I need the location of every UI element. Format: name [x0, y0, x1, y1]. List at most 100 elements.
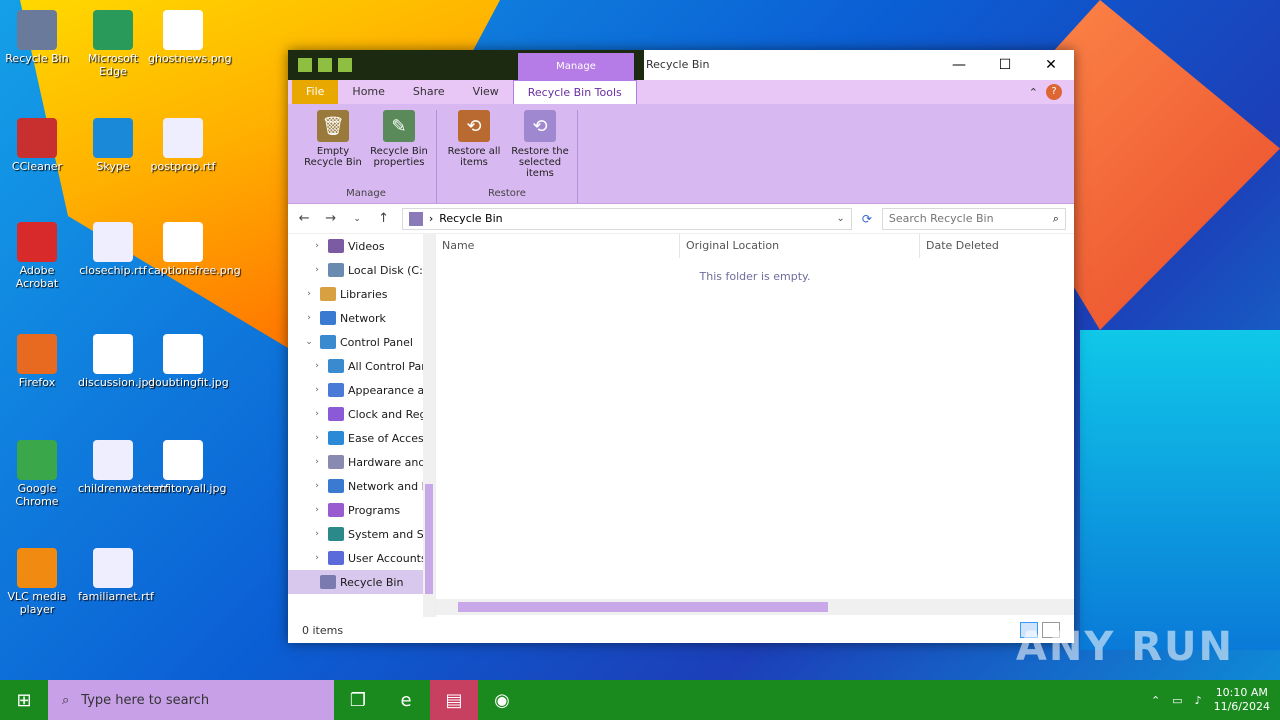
chevron-right-icon[interactable]: ›	[310, 457, 324, 467]
tab-view[interactable]: View	[459, 80, 513, 104]
nav-item[interactable]: › Network and In	[288, 474, 435, 498]
search-box[interactable]: ⌕	[881, 207, 1066, 230]
chevron-right-icon[interactable]: ›	[310, 409, 324, 419]
maximize-button[interactable]: ☐	[982, 50, 1028, 80]
nav-item[interactable]: › System and Se	[288, 522, 435, 546]
nav-item[interactable]: › Hardware and	[288, 450, 435, 474]
nav-item[interactable]: › Local Disk (C:)	[288, 258, 435, 282]
search-input[interactable]	[888, 212, 1053, 225]
close-button[interactable]: ✕	[1028, 50, 1074, 80]
desktop-icon[interactable]: Google Chrome	[2, 440, 72, 508]
scrollbar-thumb[interactable]	[425, 484, 433, 594]
tray-chevron-icon[interactable]: ⌃	[1151, 694, 1160, 707]
tab-file[interactable]: File	[292, 80, 339, 104]
new-folder-icon[interactable]	[318, 58, 332, 72]
desktop-icon[interactable]: familiarnet.rtf	[78, 548, 154, 603]
tab-share[interactable]: Share	[399, 80, 459, 104]
qat-dropdown-icon[interactable]	[338, 58, 352, 72]
desktop-icon[interactable]: territoryall.jpg	[148, 440, 226, 495]
desktop-icon[interactable]: Firefox	[2, 334, 72, 389]
forward-arrow-icon[interactable]: →	[322, 211, 338, 226]
chevron-right-icon[interactable]: ›	[310, 265, 324, 275]
desktop-icon[interactable]: postprop.rtf	[148, 118, 218, 173]
nav-item[interactable]: › Programs	[288, 498, 435, 522]
recycle-bin-properties-button[interactable]: ✎ Recycle Bin properties	[368, 110, 430, 186]
chevron-right-icon[interactable]: ›	[310, 529, 324, 539]
volume-icon[interactable]: ♪	[1195, 694, 1202, 707]
chevron-right-icon[interactable]: ›	[310, 505, 324, 515]
desktop-icon-label: doubtingfit.jpg	[148, 376, 229, 389]
address-bar[interactable]: › Recycle Bin ⌄	[401, 207, 852, 230]
file-explorer-icon[interactable]: ▤	[430, 680, 478, 720]
desktop-icon[interactable]: Skype	[78, 118, 148, 173]
clock[interactable]: 10:10 AM 11/6/2024	[1214, 686, 1270, 714]
properties-icon[interactable]	[298, 58, 312, 72]
nav-item[interactable]: › User Accounts	[288, 546, 435, 570]
nav-item[interactable]: › Videos	[288, 234, 435, 258]
start-button[interactable]: ⊞	[0, 680, 48, 720]
chevron-right-icon[interactable]: ›	[302, 313, 316, 323]
chevron-up-icon[interactable]: ⌃	[1029, 86, 1038, 99]
refresh-icon[interactable]: ⟳	[862, 212, 872, 226]
network-icon[interactable]: ▭	[1172, 694, 1182, 707]
edge-icon[interactable]: e	[382, 680, 430, 720]
scrollbar-thumb[interactable]	[458, 602, 828, 612]
minimize-button[interactable]: —	[936, 50, 982, 80]
restore-all-items-button[interactable]: ⟲ Restore all items	[443, 110, 505, 186]
empty-recycle-bin-button[interactable]: 🗑 Empty Recycle Bin	[302, 110, 364, 186]
desktop-icon[interactable]: Adobe Acrobat	[2, 222, 72, 290]
system-icon	[328, 527, 344, 541]
column-name[interactable]: Name	[436, 234, 680, 258]
clock-icon	[328, 407, 344, 421]
desktop-icon[interactable]: discussion.jpg	[78, 334, 156, 389]
desktop-icon[interactable]: VLC media player	[2, 548, 72, 616]
tab-home[interactable]: Home	[338, 80, 398, 104]
tab-recycle-bin-tools[interactable]: Recycle Bin Tools	[512, 80, 637, 104]
desktop-icon[interactable]: doubtingfit.jpg	[148, 334, 229, 389]
nav-item-label: Hardware and	[348, 455, 426, 469]
restore-selected-items-button[interactable]: ⟲ Restore the selected items	[509, 110, 571, 186]
desktop-icon[interactable]: Recycle Bin	[2, 10, 72, 65]
firefox-icon	[17, 334, 57, 374]
firefox-icon[interactable]: ◉	[478, 680, 526, 720]
context-tab-manage[interactable]: Manage	[518, 53, 634, 80]
nav-item[interactable]: › All Control Par	[288, 354, 435, 378]
desktop-icon[interactable]: CCleaner	[2, 118, 72, 173]
column-date-deleted[interactable]: Date Deleted	[920, 234, 1070, 258]
up-arrow-icon[interactable]: ↑	[375, 211, 391, 226]
chevron-right-icon[interactable]: ›	[310, 361, 324, 371]
nav-scrollbar[interactable]	[423, 234, 435, 617]
chevron-right-icon[interactable]: ›	[310, 241, 324, 251]
task-view-icon[interactable]: ❐	[334, 680, 382, 720]
desktop-icon[interactable]: closechip.rtf	[78, 222, 148, 277]
desktop-icon[interactable]: captionsfree.png	[148, 222, 241, 277]
nav-item[interactable]: ⌄ Control Panel	[288, 330, 435, 354]
nav-item[interactable]: › Network	[288, 306, 435, 330]
nav-item[interactable]: › Ease of Access	[288, 426, 435, 450]
back-arrow-icon[interactable]: ←	[296, 211, 312, 226]
recycle-bin-icon	[408, 211, 423, 226]
recent-locations-icon[interactable]: ⌄	[349, 214, 365, 224]
chevron-right-icon[interactable]: ›	[310, 433, 324, 443]
nav-item[interactable]: › Libraries	[288, 282, 435, 306]
chevron-right-icon[interactable]: ›	[310, 385, 324, 395]
desktop-icon[interactable]: ghostnews.png	[148, 10, 232, 65]
horizontal-scrollbar[interactable]	[436, 599, 1074, 615]
taskbar-search[interactable]: ⌕ Type here to search	[48, 680, 334, 720]
nav-item[interactable]: › Appearance an	[288, 378, 435, 402]
chevron-right-icon[interactable]: ›	[310, 553, 324, 563]
nav-item[interactable]: Recycle Bin	[288, 570, 435, 594]
chevron-right-icon[interactable]: ›	[310, 481, 324, 491]
nav-item[interactable]: › Clock and Reg	[288, 402, 435, 426]
column-original-location[interactable]: Original Location	[680, 234, 920, 258]
chevron-right-icon[interactable]: ›	[302, 289, 316, 299]
help-icon[interactable]: ?	[1046, 84, 1062, 100]
breadcrumb-recycle-bin[interactable]: Recycle Bin	[439, 212, 502, 225]
chevron-down-icon[interactable]: ⌄	[302, 337, 316, 347]
desktop-icon[interactable]: Microsoft Edge	[78, 10, 148, 78]
document-icon	[163, 118, 203, 158]
desktop-icon[interactable]: childrenwater.rtf	[78, 440, 169, 495]
address-dropdown-icon[interactable]: ⌄	[836, 213, 844, 224]
videos-icon	[328, 239, 344, 253]
button-label: Restore the selected items	[511, 146, 569, 179]
